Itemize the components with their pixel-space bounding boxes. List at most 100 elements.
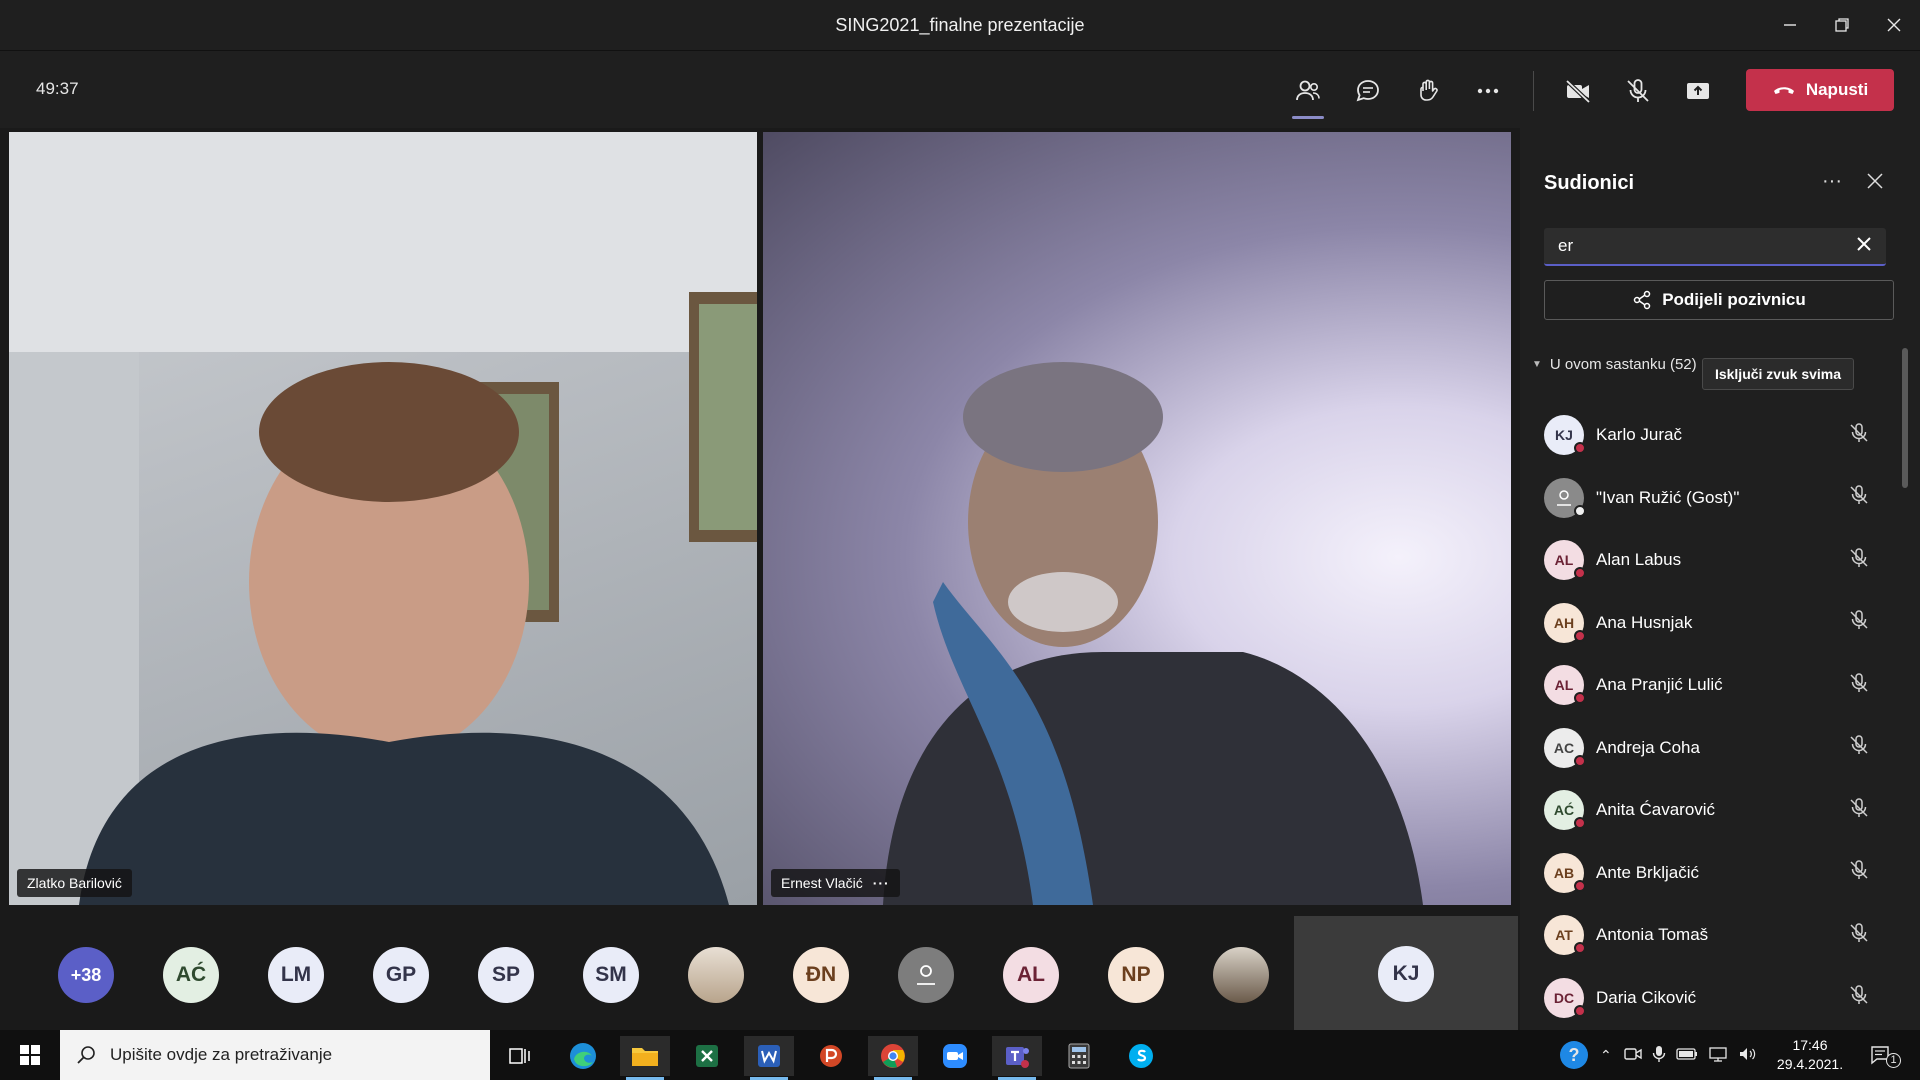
mic-off-icon	[1848, 984, 1870, 1011]
mic-off-icon	[1848, 859, 1870, 886]
powerpoint-icon[interactable]	[806, 1036, 856, 1076]
network-icon[interactable]	[1708, 1046, 1728, 1065]
participant-row[interactable]: AL Ana Pranjić Lulić	[1520, 654, 1900, 717]
close-window-icon[interactable]	[1868, 0, 1920, 50]
featured-participant-tile[interactable]: KJ	[1294, 916, 1518, 1034]
share-screen-icon[interactable]	[1676, 69, 1720, 113]
strip-avatar-photo[interactable]	[1213, 947, 1269, 1003]
participant-name: Ana Husnjak	[1596, 612, 1693, 632]
video-more-options[interactable]: ···	[873, 875, 890, 891]
hang-up-icon	[1773, 87, 1794, 94]
battery-icon[interactable]	[1676, 1047, 1698, 1064]
raise-hand-icon[interactable]	[1406, 69, 1450, 113]
video-participant-name: Zlatko Barilović	[27, 875, 122, 891]
strip-avatar[interactable]: LM	[268, 947, 324, 1003]
participant-name: Alan Labus	[1596, 550, 1682, 570]
meeting-toolbar: 49:37 Napusti	[0, 50, 1920, 128]
strip-avatar[interactable]: SM	[583, 947, 639, 1003]
participant-row[interactable]: "Ivan Ružić (Gost)"	[1520, 467, 1900, 530]
help-icon[interactable]: ?	[1560, 1041, 1588, 1069]
strip-avatar[interactable]: AL	[1003, 947, 1059, 1003]
featured-avatar: KJ	[1378, 946, 1434, 1002]
section-label: U ovom sastanku (52)	[1549, 356, 1697, 373]
participant-name: Anita Ćavarović	[1596, 800, 1716, 820]
file-explorer-icon[interactable]	[620, 1036, 670, 1080]
meeting-timer: 49:37	[36, 79, 79, 98]
presence-busy-icon	[1574, 567, 1586, 579]
search-icon	[77, 1046, 95, 1064]
strip-avatar[interactable]: SP	[478, 947, 534, 1003]
leave-label: Napusti	[1805, 80, 1869, 99]
panel-more-options[interactable]: ···	[1822, 170, 1842, 193]
strip-avatar-photo[interactable]	[688, 947, 744, 1003]
panel-scrollbar[interactable]	[1902, 348, 1908, 488]
video-tile-left[interactable]: Zlatko Barilović	[9, 132, 757, 905]
window-controls	[1764, 0, 1920, 50]
volume-icon[interactable]	[1738, 1046, 1756, 1065]
participant-row[interactable]: AĆ Anita Ćavarović	[1520, 779, 1900, 842]
zoom-icon[interactable]	[930, 1036, 980, 1076]
chrome-icon[interactable]	[868, 1036, 918, 1080]
chevron-down-icon: ▼	[1532, 359, 1542, 370]
mic-off-icon	[1848, 797, 1870, 824]
calculator-icon[interactable]	[1054, 1036, 1104, 1076]
task-view-icon[interactable]	[495, 1036, 545, 1076]
camera-off-icon[interactable]	[1556, 69, 1600, 113]
video-participant-name: Ernest Vlačić	[781, 875, 863, 891]
search-input[interactable]	[1558, 236, 1856, 256]
toolbar-divider	[1533, 71, 1534, 111]
notification-count: 1	[1886, 1052, 1901, 1068]
mute-all-button[interactable]: Isključi zvuk svima	[1702, 358, 1854, 390]
participant-row[interactable]: KJ Karlo Jurač	[1520, 404, 1900, 467]
meet-now-icon[interactable]	[1624, 1046, 1642, 1065]
microphone-icon[interactable]	[1652, 1045, 1666, 1066]
strip-avatar[interactable]: ĐN	[793, 947, 849, 1003]
chevron-up-icon[interactable]: ⌃	[1600, 1047, 1612, 1064]
notification-center-button[interactable]: 1	[1870, 1030, 1901, 1080]
presence-busy-icon	[1574, 942, 1586, 954]
chat-icon[interactable]	[1346, 69, 1390, 113]
close-panel-icon[interactable]	[1866, 172, 1884, 195]
participant-row[interactable]: AB Ante Brkljačić	[1520, 842, 1900, 905]
excel-icon[interactable]	[682, 1036, 732, 1076]
title-bar: SING2021_finalne prezentacije	[0, 0, 1920, 50]
strip-avatar[interactable]: AĆ	[163, 947, 219, 1003]
taskbar-clock[interactable]: 17:46 29.4.2021.	[1760, 1036, 1860, 1074]
guest-person-icon	[917, 965, 935, 985]
skype-icon[interactable]	[1116, 1036, 1166, 1076]
overflow-participants-button[interactable]: +38	[58, 947, 114, 1003]
participant-row[interactable]: AT Antonia Tomaš	[1520, 904, 1900, 967]
strip-avatar-guest[interactable]	[898, 947, 954, 1003]
participant-row[interactable]: AC Andreja Coha	[1520, 717, 1900, 780]
taskbar-search-box[interactable]: Upišite ovdje za pretraživanje	[60, 1030, 490, 1080]
edge-browser-icon[interactable]	[558, 1036, 608, 1076]
in-meeting-section-toggle[interactable]: ▼ U ovom sastanku (52)	[1532, 356, 1697, 373]
participant-name: Ana Pranjić Lulić	[1596, 675, 1723, 695]
restore-icon[interactable]	[1816, 0, 1868, 50]
video-name-tag: Ernest Vlačić ···	[771, 869, 900, 897]
word-icon[interactable]	[744, 1036, 794, 1080]
windows-start-icon[interactable]	[0, 1030, 60, 1080]
participant-row[interactable]: DC Daria Ciković	[1520, 967, 1900, 1030]
share-invite-button[interactable]: Podijeli pozivnicu	[1544, 280, 1894, 320]
participant-row[interactable]: AL Alan Labus	[1520, 529, 1900, 592]
participants-icon[interactable]	[1286, 69, 1330, 119]
presence-busy-icon	[1574, 817, 1586, 829]
presence-busy-icon	[1574, 754, 1586, 767]
strip-avatar[interactable]: GP	[373, 947, 429, 1003]
minimize-icon[interactable]	[1764, 0, 1816, 50]
presence-offline-icon	[1574, 504, 1586, 517]
mic-off-icon	[1848, 734, 1870, 761]
taskbar-search-placeholder: Upišite ovdje za pretraživanje	[110, 1045, 333, 1064]
mic-off-icon[interactable]	[1616, 69, 1660, 113]
video-tile-right[interactable]: Ernest Vlačić ···	[763, 132, 1511, 905]
share-invite-label: Podijeli pozivnicu	[1662, 290, 1806, 309]
windows-taskbar: Upišite ovdje za pretraživanje ? ⌃ 17:46…	[0, 1030, 1920, 1080]
presence-busy-icon	[1574, 1004, 1586, 1017]
teams-icon[interactable]	[992, 1036, 1042, 1080]
leave-button[interactable]: Napusti	[1746, 69, 1894, 111]
clear-search-icon[interactable]	[1856, 236, 1872, 257]
more-options-icon[interactable]	[1466, 69, 1510, 113]
strip-avatar[interactable]: NP	[1108, 947, 1164, 1003]
participant-row[interactable]: AH Ana Husnjak	[1520, 592, 1900, 655]
